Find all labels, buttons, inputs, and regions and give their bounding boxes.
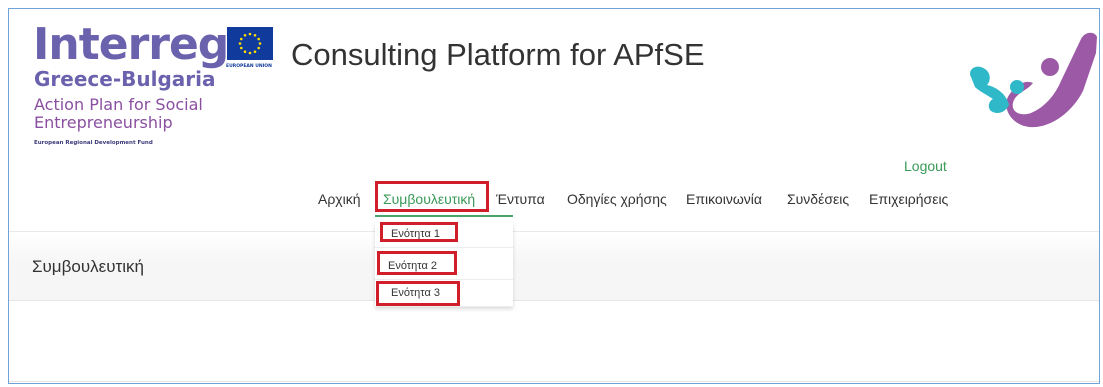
nav-item-businesses[interactable]: Επιχειρήσεις (869, 191, 948, 207)
page-frame: Interreg Greece-Bulgaria Action Plan for… (8, 8, 1100, 384)
project-name-line1: Action Plan for Social (34, 95, 203, 114)
eu-label: EUROPEAN UNION (226, 64, 272, 69)
page-title: Consulting Platform for APfSE (291, 37, 705, 72)
project-name-line2: Entrepreneurship (34, 113, 173, 132)
nav-item-contact[interactable]: Επικοινωνία (686, 191, 762, 207)
page-heading: Συμβουλευτική (32, 257, 144, 276)
program-name: Greece-Bulgaria (34, 67, 216, 91)
eu-flag-icon (227, 27, 273, 60)
highlight-box-nav-consulting (375, 181, 489, 212)
apfse-figures-logo-icon (957, 29, 1097, 144)
highlight-box-section-3 (376, 281, 460, 306)
highlight-box-section-2 (377, 251, 457, 275)
page-heading-band (9, 231, 1099, 301)
highlight-box-section-1 (380, 222, 458, 242)
nav-item-forms[interactable]: Έντυπα (496, 191, 545, 207)
active-nav-underline (375, 215, 513, 217)
footer-divider (9, 381, 1099, 382)
logout-link[interactable]: Logout (904, 158, 947, 174)
interreg-logo-text: Interreg (33, 19, 229, 70)
fund-label: European Regional Development Fund (34, 140, 153, 146)
nav-item-links[interactable]: Συνδέσεις (787, 191, 849, 207)
nav-item-user-guide[interactable]: Οδηγίες χρήσης (567, 191, 667, 207)
nav-item-home[interactable]: Αρχική (318, 191, 361, 207)
